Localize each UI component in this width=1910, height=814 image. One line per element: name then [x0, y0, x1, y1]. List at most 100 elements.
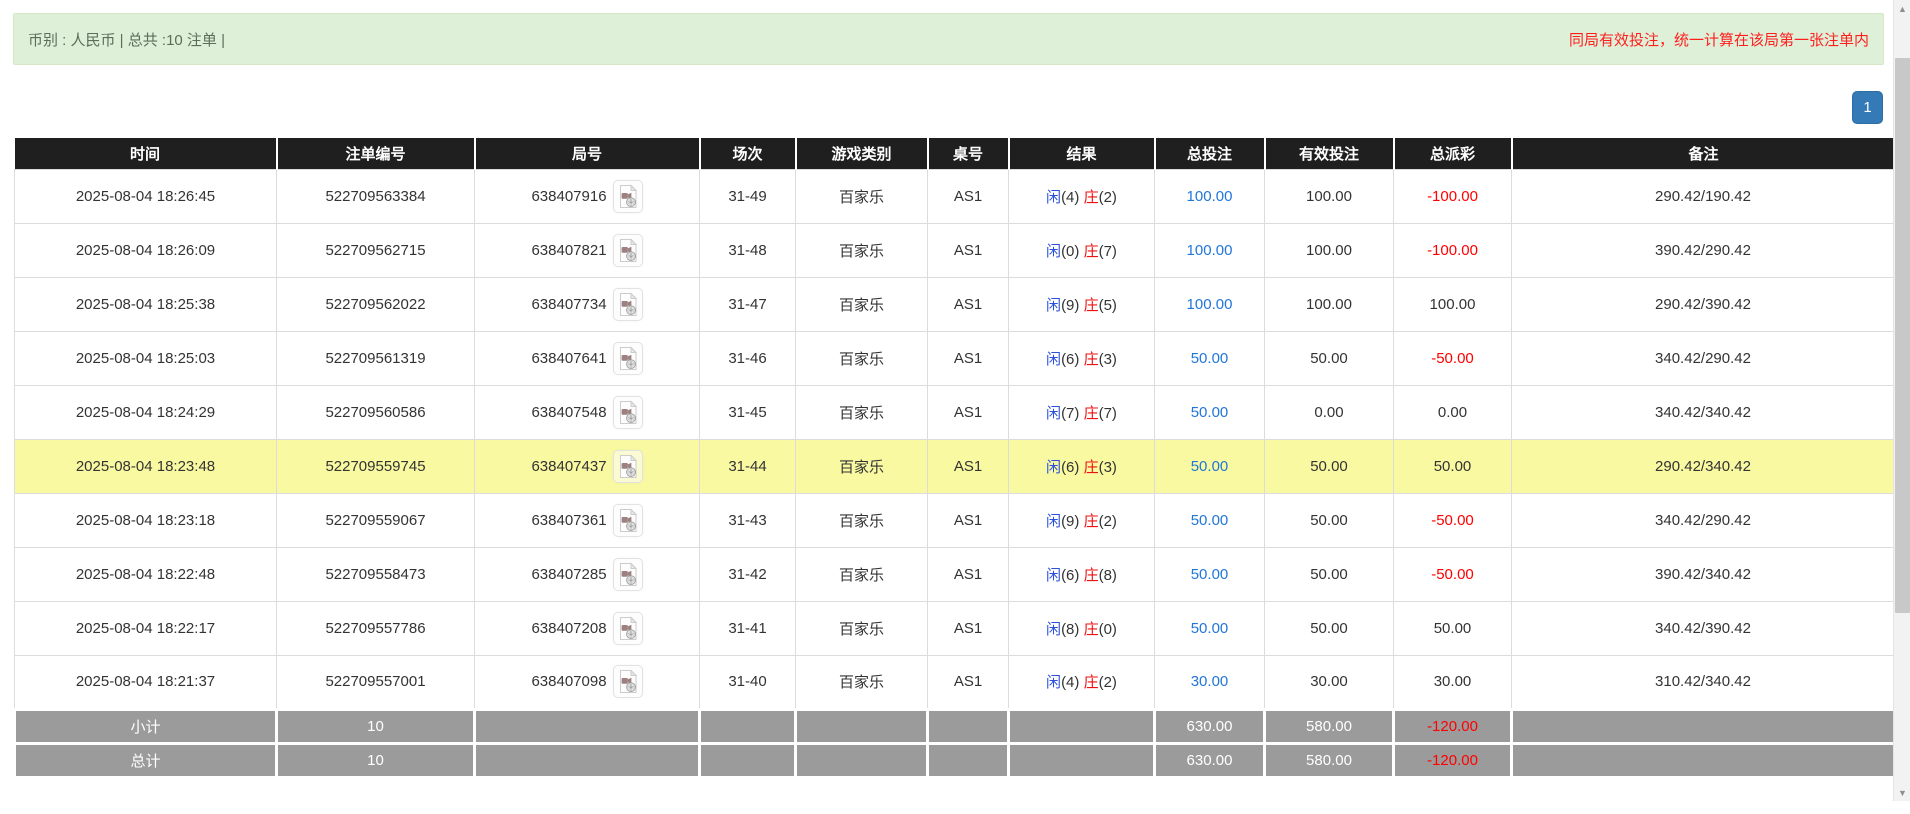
cell-game-type: 百家乐: [795, 438, 928, 494]
notice-text: 同局有效投注，统一计算在该局第一张注单内: [1568, 31, 1869, 49]
result-player-label: 闲: [1046, 188, 1062, 206]
cell-time: 2025-08-04 18:23:48: [14, 438, 277, 494]
cell-session: 31-42: [699, 546, 796, 602]
round-number: 638407734: [531, 295, 607, 313]
cell-bet-id: 522709558473: [276, 546, 475, 602]
cell-total-bet-link[interactable]: 100.00: [1154, 276, 1265, 332]
result-banker-label: 庄: [1083, 296, 1099, 314]
round-number: 638407548: [531, 403, 607, 421]
cell-bet-id: 522709559745: [276, 438, 475, 494]
cell-table-no: AS1: [927, 330, 1009, 386]
result-player-points: (6): [1061, 350, 1080, 368]
header-session: 场次: [699, 138, 797, 169]
header-game-type: 游戏类别: [795, 138, 929, 169]
cell-round-no: 638407548: [474, 384, 700, 440]
result-player-label: 闲: [1046, 296, 1062, 314]
result-banker-points: (2): [1098, 512, 1117, 530]
cell-total-payout: -100.00: [1393, 168, 1512, 224]
video-replay-button[interactable]: [612, 341, 643, 375]
video-replay-button[interactable]: [612, 503, 643, 537]
cell-remark: 290.42/340.42: [1511, 438, 1895, 494]
result-player-label: 闲: [1046, 620, 1062, 638]
cell-valid-bet: 50.00: [1264, 546, 1394, 602]
video-replay-button[interactable]: [612, 557, 643, 591]
round-number: 638407285: [531, 565, 607, 583]
cell-game-type: 百家乐: [795, 600, 928, 656]
cell-total-bet-link[interactable]: 50.00: [1154, 438, 1265, 494]
scrollbar-down-icon[interactable]: ▼: [1894, 784, 1910, 801]
cell-result: 闲(6) 庄(3): [1008, 438, 1155, 494]
video-file-icon: [619, 345, 637, 370]
footer-empty-cell: [1007, 741, 1156, 779]
cell-total-bet-link[interactable]: 30.00: [1154, 654, 1265, 710]
cell-total-bet-link[interactable]: 100.00: [1154, 222, 1265, 278]
cell-total-payout: -100.00: [1393, 222, 1512, 278]
result-banker-points: (3): [1098, 458, 1117, 476]
cell-session: 31-41: [699, 600, 796, 656]
result-banker-label: 庄: [1083, 242, 1099, 260]
header-time: 时间: [14, 138, 278, 169]
cell-result: 闲(7) 庄(7): [1008, 384, 1155, 440]
footer-empty-cell: [1007, 707, 1156, 745]
cell-result: 闲(0) 庄(7): [1008, 222, 1155, 278]
table-row: 2025-08-04 18:25:03 522709561319 6384076…: [14, 330, 1895, 386]
vertical-scrollbar[interactable]: ▲ ▼: [1893, 0, 1910, 801]
video-replay-button[interactable]: [612, 611, 643, 645]
subtotal-label: 小计: [13, 707, 278, 745]
cell-round-no: 638407437: [474, 438, 700, 494]
cell-total-payout: 30.00: [1393, 654, 1512, 710]
cell-game-type: 百家乐: [795, 492, 928, 548]
video-replay-button[interactable]: [612, 665, 643, 698]
table-row: 2025-08-04 18:22:48 522709558473 6384072…: [14, 546, 1895, 602]
video-file-icon: [619, 669, 637, 693]
footer-empty-cell: [926, 707, 1010, 745]
cell-total-bet-link[interactable]: 50.00: [1154, 546, 1265, 602]
cell-round-no: 638407285: [474, 546, 700, 602]
video-replay-button[interactable]: [612, 179, 643, 213]
cell-result: 闲(4) 庄(2): [1008, 168, 1155, 224]
cell-total-bet-link[interactable]: 100.00: [1154, 168, 1265, 224]
scrollbar-thumb[interactable]: [1895, 58, 1910, 613]
cell-remark: 290.42/190.42: [1511, 168, 1895, 224]
video-replay-button[interactable]: [612, 287, 643, 321]
cell-total-payout: 0.00: [1393, 384, 1512, 440]
result-banker-label: 庄: [1083, 458, 1099, 476]
footer-empty-cell: [1510, 741, 1896, 779]
cell-result: 闲(8) 庄(0): [1008, 600, 1155, 656]
total-count: 10: [275, 741, 476, 779]
cell-bet-id: 522709557786: [276, 600, 475, 656]
cell-total-bet-link[interactable]: 50.00: [1154, 384, 1265, 440]
video-replay-button[interactable]: [612, 233, 643, 267]
result-banker-points: (2): [1098, 188, 1117, 206]
video-replay-button[interactable]: [612, 395, 643, 429]
cell-bet-id: 522709562022: [276, 276, 475, 332]
cell-remark: 390.42/290.42: [1511, 222, 1895, 278]
cell-time: 2025-08-04 18:25:03: [14, 330, 277, 386]
result-player-label: 闲: [1046, 242, 1062, 260]
cell-game-type: 百家乐: [795, 384, 928, 440]
video-replay-button[interactable]: [612, 449, 643, 483]
cell-total-bet-link[interactable]: 50.00: [1154, 492, 1265, 548]
cell-total-payout: -50.00: [1393, 492, 1512, 548]
cell-round-no: 638407916: [474, 168, 700, 224]
cell-total-bet-link[interactable]: 50.00: [1154, 600, 1265, 656]
result-player-label: 闲: [1046, 566, 1062, 584]
pagination-page-button[interactable]: 1: [1852, 91, 1883, 124]
footer-empty-cell: [794, 707, 929, 745]
result-banker-points: (2): [1098, 674, 1117, 691]
result-banker-label: 庄: [1083, 404, 1099, 422]
cell-game-type: 百家乐: [795, 330, 928, 386]
cell-session: 31-43: [699, 492, 796, 548]
cell-total-payout: -50.00: [1393, 330, 1512, 386]
cell-session: 31-45: [699, 384, 796, 440]
cell-total-bet-link[interactable]: 50.00: [1154, 330, 1265, 386]
round-number: 638407098: [531, 673, 607, 690]
cell-time: 2025-08-04 18:24:29: [14, 384, 277, 440]
cell-table-no: AS1: [927, 276, 1009, 332]
cell-table-no: AS1: [927, 654, 1009, 710]
footer-empty-cell: [698, 741, 797, 779]
table-row: 2025-08-04 18:26:09 522709562715 6384078…: [14, 222, 1895, 278]
cell-valid-bet: 100.00: [1264, 276, 1394, 332]
scrollbar-up-icon[interactable]: ▲: [1894, 0, 1910, 17]
result-player-label: 闲: [1046, 512, 1062, 530]
